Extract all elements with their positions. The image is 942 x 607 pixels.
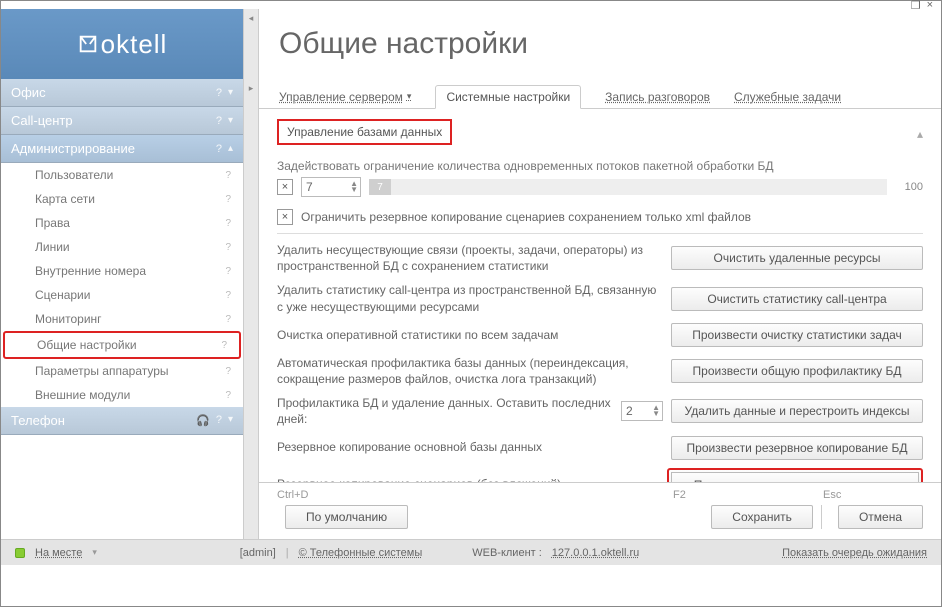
sidebar-expand-icon[interactable]: ▸	[243, 79, 259, 539]
sidebar-section-callcenter[interactable]: Call-центр ?▾	[1, 107, 243, 135]
row-label: Профилактика БД и удаление данных. Остав…	[277, 395, 613, 427]
help-icon[interactable]: ?	[216, 143, 222, 155]
limit-threads-label: Задействовать ограничение количества одн…	[277, 159, 923, 173]
chevron-down-icon: ▾	[92, 547, 97, 558]
help-icon[interactable]: ?	[225, 266, 243, 277]
help-icon[interactable]: ?	[225, 242, 243, 253]
limit-threads-spinner[interactable]: 7▲▼	[301, 177, 361, 197]
sidebar-section-admin[interactable]: Администрирование ?▴	[1, 135, 243, 163]
help-icon[interactable]: ?	[225, 290, 243, 301]
help-icon[interactable]: ?	[225, 194, 243, 205]
help-icon[interactable]: ?	[221, 340, 239, 351]
keep-days-input[interactable]: 2▲▼	[621, 401, 663, 421]
run-maintenance-button[interactable]: Произвести общую профилактику БД	[671, 359, 923, 383]
tab-server-mgmt[interactable]: Управление сервером ▾	[279, 85, 411, 108]
presence-status[interactable]: На месте	[35, 547, 82, 559]
help-icon[interactable]: ?	[225, 314, 243, 325]
sidebar-item-general-settings[interactable]: Общие настройки?	[3, 331, 241, 359]
sidebar-section-office[interactable]: Офис ?▾	[1, 79, 243, 107]
brand-text: oktell	[101, 29, 168, 60]
hint-default: Ctrl+D	[277, 489, 673, 501]
chevron-down-icon: ▾	[228, 414, 233, 427]
sidebar-item-rights[interactable]: Права?	[1, 211, 243, 235]
help-icon[interactable]: ?	[225, 218, 243, 229]
limit-threads-slider[interactable]: 7	[369, 179, 887, 195]
status-user: [admin]	[240, 547, 276, 559]
sidebar-item-intnumbers[interactable]: Внутренние номера?	[1, 259, 243, 283]
row-label: Удалить несуществующие связи (проекты, з…	[277, 242, 663, 274]
row-label: Удалить статистику call-центра из простр…	[277, 282, 663, 314]
hint-cancel: Esc	[823, 489, 923, 501]
logo-icon	[77, 33, 99, 55]
status-queue-link[interactable]: Показать очередь ожидания	[782, 547, 927, 559]
rebuild-index-button[interactable]: Удалить данные и перестроить индексы	[671, 399, 923, 423]
clear-task-stats-button[interactable]: Произвести очистку статистики задач	[671, 323, 923, 347]
xml-only-checkbox[interactable]: ×	[277, 209, 293, 225]
save-button[interactable]: Сохранить	[711, 505, 813, 529]
clear-cc-stats-button[interactable]: Очистить статистику call-центра	[671, 287, 923, 311]
hint-save: F2	[673, 489, 823, 501]
section-collapse-icon[interactable]: ▴	[917, 127, 923, 141]
page-title: Общие настройки	[279, 27, 528, 61]
status-bar: На месте ▾ [admin] | © Телефонные систем…	[1, 539, 941, 565]
chevron-down-icon: ▾	[228, 87, 233, 99]
sidebar-item-monitoring[interactable]: Мониторинг?	[1, 307, 243, 331]
row-label: Автоматическая профилактика базы данных …	[277, 355, 663, 387]
section-header-db[interactable]: Управление базами данных	[277, 119, 452, 145]
sidebar-collapse-icon[interactable]: ◂	[243, 9, 259, 79]
clear-deleted-button[interactable]: Очистить удаленные ресурсы	[671, 246, 923, 270]
limit-threads-checkbox[interactable]: ×	[277, 179, 293, 195]
footer: Ctrl+D F2 Esc По умолчанию Сохранить Отм…	[259, 482, 941, 539]
backup-scenarios-button[interactable]: Произвести копирование сценариев	[667, 468, 923, 483]
sidebar-item-lines[interactable]: Линии?	[1, 235, 243, 259]
sidebar-item-netmap[interactable]: Карта сети?	[1, 187, 243, 211]
row-label: Резервное копирование основной базы данн…	[277, 439, 663, 455]
tab-call-recording[interactable]: Запись разговоров	[605, 85, 710, 108]
cancel-button[interactable]: Отмена	[838, 505, 923, 529]
status-copyright[interactable]: © Телефонные системы	[299, 547, 423, 559]
logo: oktell	[1, 9, 243, 79]
sidebar-section-phone[interactable]: Телефон 🎧?▾	[1, 407, 243, 435]
tab-service-tasks[interactable]: Служебные задачи	[734, 85, 841, 108]
status-web-label: WEB-клиент :	[472, 547, 542, 559]
xml-only-label: Ограничить резервное копирование сценари…	[301, 210, 751, 224]
presence-icon	[15, 548, 25, 558]
help-icon[interactable]: ?	[216, 414, 222, 427]
help-icon[interactable]: ?	[225, 390, 243, 401]
backup-db-button[interactable]: Произвести резервное копирование БД	[671, 436, 923, 460]
chevron-down-icon: ▾	[407, 91, 412, 102]
chevron-up-icon: ▴	[228, 143, 233, 155]
tabs: Управление сервером ▾ Системные настройк…	[259, 79, 941, 109]
window-controls: _ ❐ ×	[1, 1, 941, 9]
title-zone: Общие настройки	[259, 9, 941, 79]
row-label: Очистка оперативной статистики по всем з…	[277, 327, 663, 343]
header: oktell ◂ Общие настройки	[1, 9, 941, 79]
content: Управление базами данных ▴ Задействовать…	[259, 109, 941, 482]
chevron-down-icon: ▾	[228, 115, 233, 127]
slider-handle[interactable]: 7	[369, 179, 391, 195]
sidebar-item-users[interactable]: Пользователи?	[1, 163, 243, 187]
slider-max: 100	[895, 181, 923, 193]
help-icon[interactable]: ?	[225, 366, 243, 377]
help-icon[interactable]: ?	[216, 87, 222, 99]
tab-system-settings[interactable]: Системные настройки	[435, 85, 581, 109]
help-icon[interactable]: ?	[225, 170, 243, 181]
sidebar: Офис ?▾ Call-центр ?▾ Администрирование …	[1, 79, 243, 539]
sidebar-item-scenarios[interactable]: Сценарии?	[1, 283, 243, 307]
help-icon[interactable]: ?	[216, 115, 222, 127]
sidebar-item-extmodules[interactable]: Внешние модули?	[1, 383, 243, 407]
status-host[interactable]: 127.0.0.1.oktell.ru	[552, 547, 639, 559]
default-button[interactable]: По умолчанию	[285, 505, 408, 529]
headset-icon: 🎧	[196, 414, 210, 427]
sidebar-item-hardware[interactable]: Параметры аппаратуры?	[1, 359, 243, 383]
